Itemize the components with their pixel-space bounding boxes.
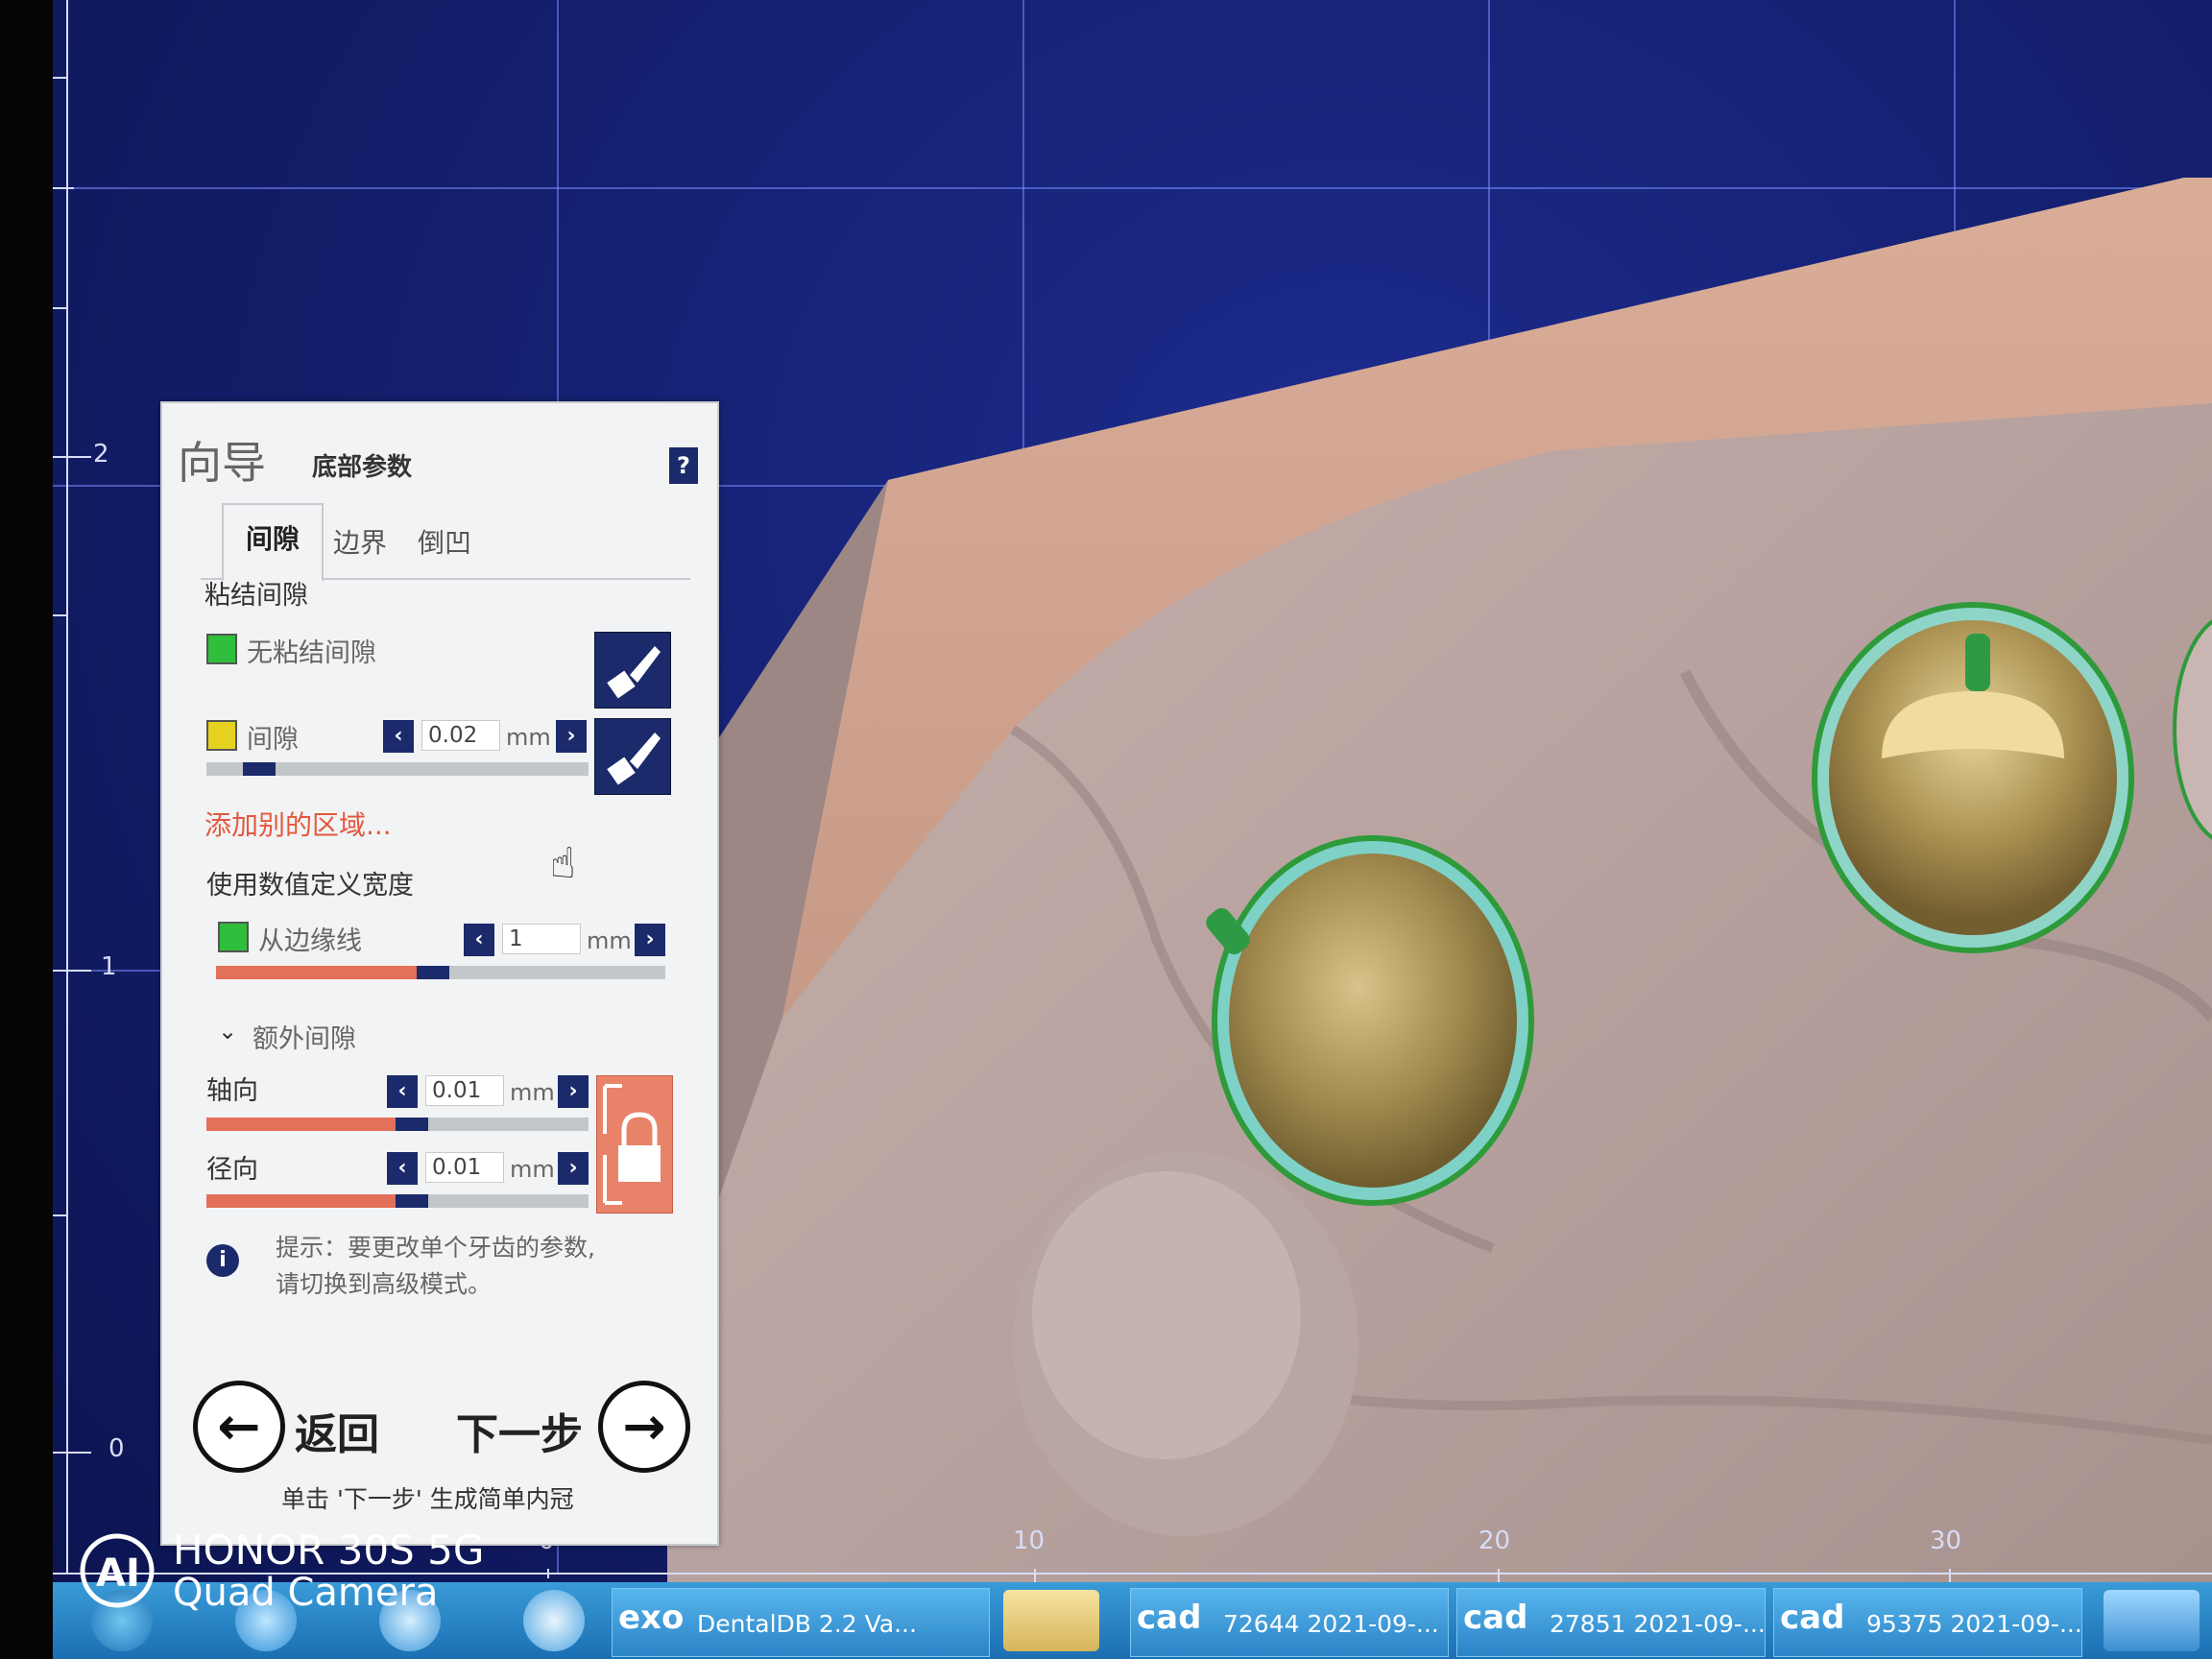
radial-label: 径向 [206, 1155, 258, 1185]
from-margin-unit: mm [587, 927, 632, 954]
axial-label: 轴向 [206, 1076, 258, 1106]
gap-swatch[interactable] [206, 720, 237, 751]
axial-input[interactable]: 0.01 [425, 1075, 504, 1106]
file-explorer-icon[interactable] [1003, 1590, 1099, 1651]
help-button[interactable]: ? [669, 447, 698, 484]
from-margin-label: 从边缘线 [258, 926, 362, 956]
radial-slider[interactable] [206, 1194, 589, 1208]
margin-decrease-button[interactable]: ‹ [464, 924, 494, 956]
gap-input[interactable]: 0.02 [421, 720, 500, 751]
no-cement-label: 无粘结间隙 [247, 638, 376, 668]
margin-slider-fill [216, 966, 419, 979]
ruler-label: 30 [1930, 1527, 1962, 1555]
cad-logo-icon: cad [1137, 1599, 1202, 1637]
margin-slider[interactable] [216, 966, 665, 979]
radial-decrease-button[interactable]: ‹ [387, 1152, 418, 1185]
gap-increase-button[interactable]: › [556, 720, 587, 753]
radial-increase-button[interactable]: › [558, 1152, 589, 1185]
gap-slider[interactable] [206, 762, 589, 776]
dental-app-icon[interactable] [2104, 1590, 2200, 1651]
axial-slider[interactable] [206, 1118, 589, 1131]
cad-logo-icon: cad [1463, 1599, 1528, 1637]
tab-gap[interactable]: 间隙 [222, 503, 324, 582]
taskbar-item-cad-2[interactable]: cad 27851 2021-09-... [1456, 1588, 1766, 1657]
footer-hint: 单击 '下一步' 生成简单内冠 [281, 1485, 574, 1513]
add-region-link[interactable]: 添加别的区域... [204, 805, 392, 843]
margin-increase-button[interactable]: › [635, 924, 665, 956]
axial-slider-thumb[interactable] [396, 1118, 428, 1131]
from-margin-input[interactable]: 1 [502, 924, 581, 954]
taskbar-item-cad-3[interactable]: cad 95375 2021-09-... [1773, 1588, 2082, 1657]
radial-input[interactable]: 0.01 [425, 1152, 504, 1183]
gap-unit: mm [506, 724, 551, 751]
taskbar-item-label: 72644 2021-09-... [1223, 1610, 1439, 1638]
wizard-panel: 向导 底部参数 ? 间隙 边界 倒凹 粘结间隙 无粘结间隙 间隙 ‹ 0.02 … [160, 401, 719, 1546]
extra-gap-label[interactable]: 额外间隙 [252, 1018, 356, 1055]
paint-brush-button[interactable] [594, 632, 671, 709]
monitor-bezel [0, 0, 53, 1659]
wizard-title: 向导 [178, 437, 266, 489]
exo-logo-icon: exo [618, 1599, 685, 1637]
ruler-label: 10 [1013, 1527, 1046, 1555]
axial-increase-button[interactable]: › [558, 1075, 589, 1108]
lock-icon [603, 1084, 661, 1205]
ai-camera-icon: AI [80, 1533, 155, 1608]
cad-logo-icon: cad [1780, 1599, 1845, 1637]
taskbar-item-cad-1[interactable]: cad 72644 2021-09-... [1130, 1588, 1449, 1657]
lock-ratio-button[interactable] [596, 1075, 673, 1214]
paint-brush-icon [607, 733, 661, 785]
width-section-label: 使用数值定义宽度 [206, 871, 414, 901]
from-margin-swatch[interactable] [218, 922, 249, 952]
back-button[interactable]: 返回 [295, 1400, 379, 1461]
hint-line-1: 提示：要更改单个牙齿的参数, [276, 1234, 595, 1262]
radial-unit: mm [510, 1156, 555, 1183]
no-cement-swatch[interactable] [206, 634, 237, 664]
tab-margin[interactable]: 边界 [333, 522, 387, 561]
margin-slider-thumb[interactable] [416, 966, 449, 979]
taskbar-item-label: DentalDB 2.2 Va... [697, 1610, 917, 1638]
tab-undercut[interactable]: 倒凹 [418, 522, 471, 561]
paint-brush-icon [607, 646, 661, 699]
next-arrow-icon[interactable]: → [598, 1381, 690, 1473]
axial-slider-fill [206, 1118, 397, 1131]
paint-brush-button[interactable] [594, 718, 671, 795]
cloud-app-icon[interactable] [523, 1590, 585, 1651]
axial-unit: mm [510, 1079, 555, 1106]
svg-text:AI: AI [96, 1551, 140, 1596]
hand-cursor-icon: ☝ [550, 839, 576, 888]
next-button[interactable]: 下一步 [456, 1400, 583, 1461]
hint-line-2: 请切换到高级模式。 [276, 1270, 493, 1298]
radial-slider-fill [206, 1194, 397, 1208]
taskbar-item-dentaldb[interactable]: exo DentalDB 2.2 Va... [612, 1588, 990, 1657]
wizard-subtitle: 底部参数 [312, 453, 413, 482]
gap-decrease-button[interactable]: ‹ [383, 720, 414, 753]
info-icon: i [206, 1244, 239, 1277]
gap-label: 间隙 [247, 725, 299, 755]
gap-slider-thumb[interactable] [242, 762, 276, 776]
back-arrow-icon[interactable]: ← [193, 1381, 285, 1473]
ruler-label: 20 [1479, 1527, 1511, 1555]
camera-brand: HONOR 30S 5G [173, 1527, 485, 1574]
cad-viewport[interactable]: 2 1 0 10 20 30 向导 底部参数 ? 间隙 边界 倒凹 粘结间隙 无… [53, 0, 2212, 1659]
axial-decrease-button[interactable]: ‹ [387, 1075, 418, 1108]
chevron-down-icon[interactable]: ⌄ [218, 1018, 237, 1045]
radial-slider-thumb[interactable] [396, 1194, 428, 1208]
camera-sub: Quad Camera [173, 1571, 439, 1615]
taskbar-item-label: 27851 2021-09-... [1550, 1610, 1766, 1638]
taskbar-item-label: 95375 2021-09-... [1866, 1610, 2082, 1638]
tab-bar: 间隙 边界 倒凹 [201, 503, 690, 582]
section-cement-gap: 粘结间隙 [204, 581, 308, 611]
